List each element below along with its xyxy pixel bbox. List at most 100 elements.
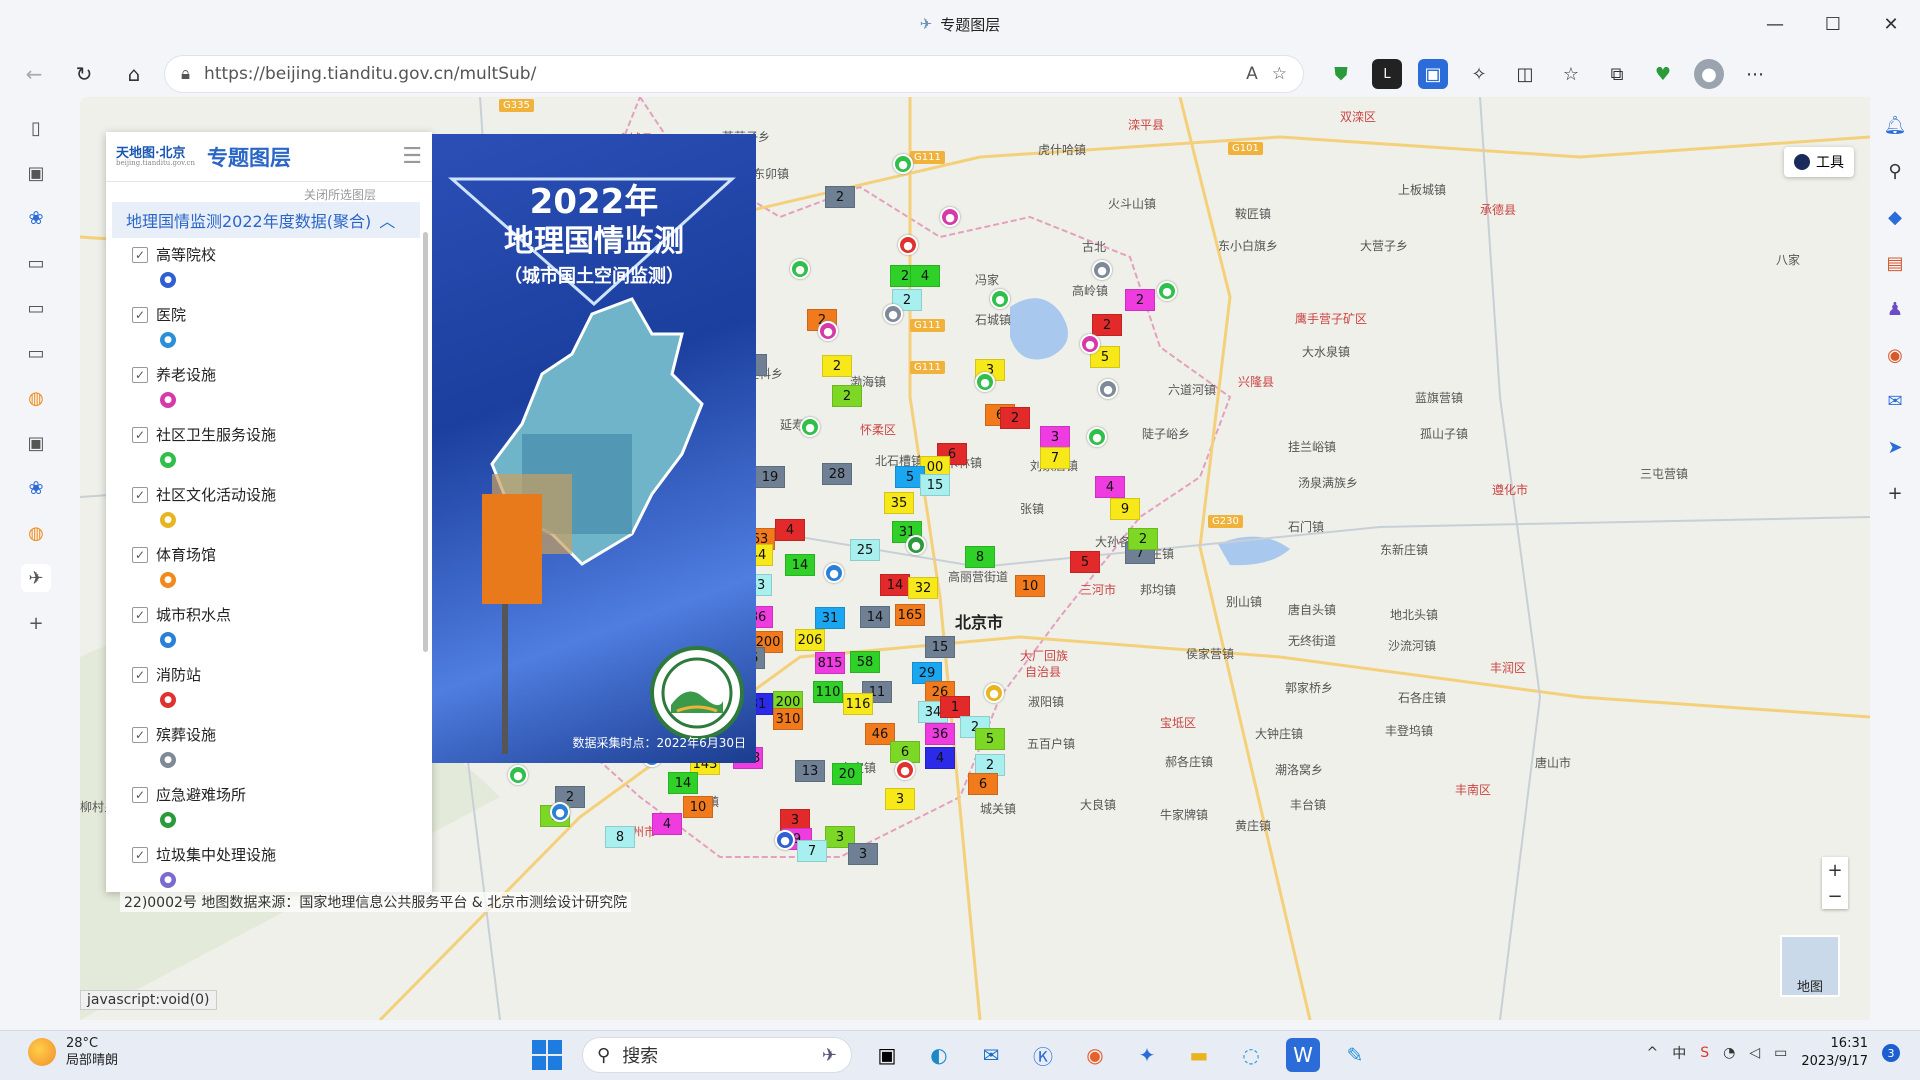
fire-station-icon[interactable]: ●	[898, 235, 918, 255]
sidebar-app-1-icon[interactable]: ▣	[21, 159, 51, 187]
community-health-icon[interactable]: ●	[975, 372, 995, 392]
input-method-icon[interactable]: 中	[1672, 1043, 1686, 1063]
tianditu-active-tab-icon[interactable]: ✈	[21, 564, 51, 592]
cluster-marker[interactable]: 4	[1095, 476, 1125, 498]
culture-icon[interactable]: ●	[984, 683, 1004, 703]
cluster-marker[interactable]: 2	[1092, 314, 1122, 336]
add-sidebar-plus-icon[interactable]: +	[1880, 480, 1910, 506]
cluster-marker[interactable]: 1	[940, 696, 970, 718]
panel-scrollbar[interactable]	[423, 232, 428, 652]
layer-item[interactable]: ✓ 医院 ●	[132, 304, 432, 364]
layer-checkbox[interactable]: ✓	[132, 546, 148, 563]
cluster-marker[interactable]: 3	[885, 788, 915, 810]
url-field[interactable]: 🔒︎ https://beijing.tianditu.gov.cn/multS…	[164, 55, 1304, 93]
cluster-marker[interactable]: 7	[797, 840, 827, 862]
home-button[interactable]: ⌂	[114, 54, 154, 94]
zoom-in-button[interactable]: +	[1822, 857, 1848, 883]
outlook-icon[interactable]: ✉	[1880, 388, 1910, 414]
cluster-marker[interactable]: 10	[1015, 575, 1045, 597]
cluster-marker[interactable]: 19	[755, 466, 785, 488]
extensions-puzzle-icon[interactable]: ✧	[1464, 59, 1494, 89]
layer-item[interactable]: ✓ 城市积水点 ●	[132, 604, 432, 664]
cluster-marker[interactable]: 4	[910, 265, 940, 287]
mail-icon[interactable]: ✉	[974, 1038, 1008, 1072]
back-button[interactable]: ←	[14, 54, 54, 94]
cluster-marker[interactable]: 2	[1125, 289, 1155, 311]
office-icon[interactable]: ◉	[1880, 342, 1910, 368]
close-selected-layers-link[interactable]: 关闭所选图层	[106, 182, 432, 202]
layer-checkbox[interactable]: ✓	[132, 486, 148, 503]
cluster-marker[interactable]: 13	[795, 760, 825, 782]
cluster-marker[interactable]: 165	[895, 604, 925, 626]
cluster-marker[interactable]: 31	[815, 607, 845, 629]
close-icon[interactable]: ✕	[1862, 0, 1920, 48]
cluster-marker[interactable]: 5	[1070, 551, 1100, 573]
shelter-icon[interactable]: ●	[906, 535, 926, 555]
cluster-marker[interactable]: 4	[775, 519, 805, 541]
zoom-out-button[interactable]: −	[1822, 883, 1848, 909]
layer-item[interactable]: ✓ 消防站 ●	[132, 664, 432, 724]
word-icon[interactable]: W	[1286, 1038, 1320, 1072]
cluster-marker[interactable]: 7	[1040, 447, 1070, 469]
hamburger-menu-icon[interactable]: ☰	[402, 144, 422, 169]
read-aloud-icon[interactable]: A	[1246, 64, 1258, 84]
community-health-icon[interactable]: ●	[508, 765, 528, 785]
k-app-icon[interactable]: Ⓚ	[1026, 1038, 1060, 1072]
minimize-icon[interactable]: —	[1746, 0, 1804, 48]
fire-station-icon[interactable]: ●	[895, 760, 915, 780]
university-icon[interactable]: ●	[775, 830, 795, 850]
layer-item[interactable]: ✓ 体育场馆 ●	[132, 544, 432, 604]
page-icon[interactable]: ▭	[21, 249, 51, 277]
cluster-marker[interactable]: 116	[843, 693, 873, 715]
community-health-icon[interactable]: ●	[1157, 281, 1177, 301]
cluster-marker[interactable]: 32	[908, 577, 938, 599]
cluster-marker[interactable]: 14	[880, 574, 910, 596]
cluster-marker[interactable]: 36	[925, 723, 955, 745]
cluster-marker[interactable]: 15	[920, 474, 950, 496]
notification-bell-icon[interactable]: 🔔︎	[1880, 112, 1910, 138]
cluster-marker[interactable]: 3	[848, 843, 878, 865]
cluster-marker[interactable]: 2	[1128, 528, 1158, 550]
blue-extension-icon[interactable]: ▣	[1418, 59, 1448, 89]
layer-item[interactable]: ✓ 高等院校 ●	[132, 244, 432, 304]
cluster-marker[interactable]: 2	[822, 355, 852, 377]
cluster-marker[interactable]: 14	[860, 606, 890, 628]
community-health-icon[interactable]: ●	[990, 289, 1010, 309]
cluster-marker[interactable]: 206	[795, 629, 825, 651]
cluster-marker[interactable]: 110	[813, 681, 843, 703]
layer-item[interactable]: ✓ 养老设施 ●	[132, 364, 432, 424]
task-view-icon[interactable]: ▣	[870, 1038, 904, 1072]
cluster-marker[interactable]: 3	[1040, 426, 1070, 448]
send-icon[interactable]: ➤	[1880, 434, 1910, 460]
cluster-marker[interactable]: 2	[832, 385, 862, 407]
cluster-marker[interactable]: 9	[1110, 498, 1140, 520]
split-screen-icon[interactable]: ◫	[1510, 59, 1540, 89]
waterlogging-icon[interactable]: ●	[824, 563, 844, 583]
cluster-marker[interactable]: 2	[1000, 407, 1030, 429]
chat-icon[interactable]: ◌	[1234, 1038, 1268, 1072]
clock[interactable]: 16:31 2023/9/17	[1801, 1035, 1868, 1071]
funeral-icon[interactable]: ●	[883, 304, 903, 324]
refresh-button[interactable]: ↻	[64, 54, 104, 94]
new-tab-plus-icon[interactable]: +	[21, 609, 51, 637]
cluster-marker[interactable]: 58	[850, 651, 880, 673]
page-icon-2[interactable]: ▭	[21, 294, 51, 322]
cluster-marker[interactable]: 2	[825, 186, 855, 208]
globe-icon[interactable]: ◍	[21, 384, 51, 412]
layer-checkbox[interactable]: ✓	[132, 846, 148, 863]
layer-checkbox[interactable]: ✓	[132, 306, 148, 323]
edge-browser-icon[interactable]: ◐	[922, 1038, 956, 1072]
cluster-marker[interactable]: 28	[822, 463, 852, 485]
elderly-care-icon[interactable]: ●	[1080, 334, 1100, 354]
file-explorer-icon[interactable]: ▬	[1182, 1038, 1216, 1072]
performance-icon[interactable]: ♥	[1648, 59, 1678, 89]
cluster-marker[interactable]: 10	[683, 796, 713, 818]
weather-widget[interactable]: 28°C 局部晴朗	[28, 1035, 118, 1069]
volume-icon[interactable]: ◁	[1749, 1045, 1760, 1061]
wifi-icon[interactable]: ◔	[1723, 1045, 1735, 1061]
cluster-marker[interactable]: 815	[815, 652, 845, 674]
layer-item[interactable]: ✓ 殡葬设施 ●	[132, 724, 432, 784]
basemap-switcher[interactable]: 地图	[1780, 935, 1840, 997]
funeral-icon[interactable]: ●	[1098, 379, 1118, 399]
cluster-marker[interactable]: 8	[965, 546, 995, 568]
